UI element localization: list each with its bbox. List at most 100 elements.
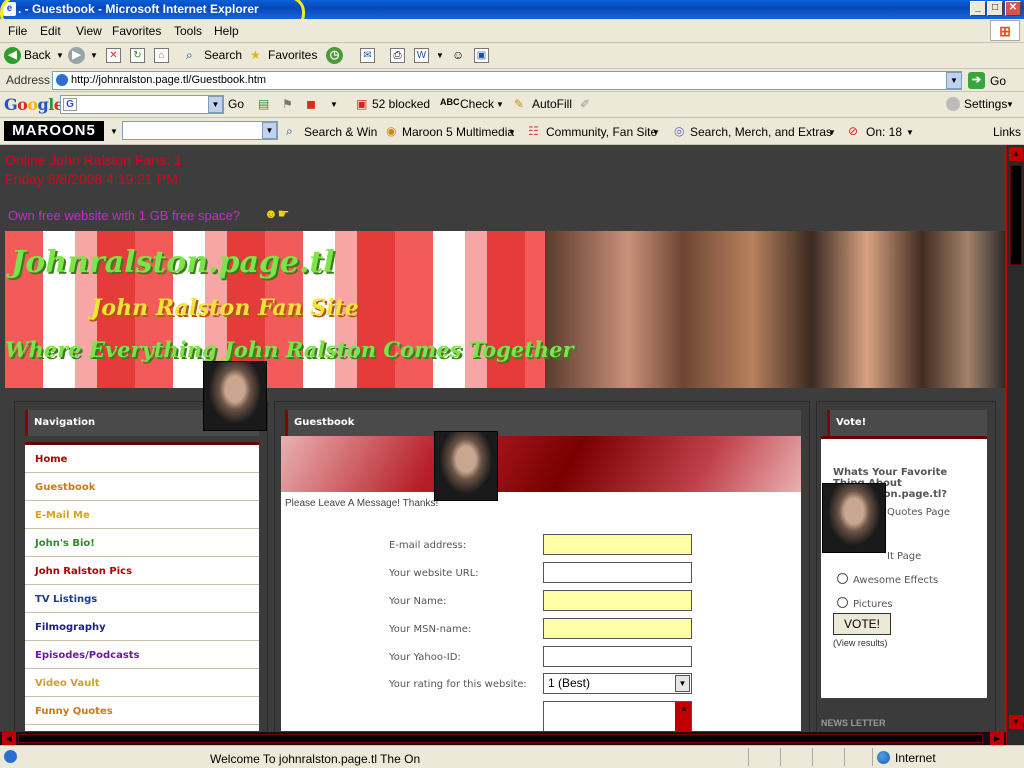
mail-icon[interactable]: ✉ xyxy=(360,48,375,63)
google-search-site-icon[interactable]: ▤ xyxy=(258,97,269,111)
vote-option-page[interactable]: It Page xyxy=(887,551,921,562)
nav-home[interactable]: Home xyxy=(25,445,259,473)
back-button[interactable]: Back xyxy=(24,48,51,62)
nav-guestbook[interactable]: Guestbook xyxy=(25,473,259,501)
links-button[interactable]: Links xyxy=(993,125,1021,139)
minimize-button[interactable]: _ xyxy=(970,1,986,16)
maroon5-logo-dropdown-icon[interactable]: ▼ xyxy=(110,127,118,136)
nav-funny-quotes[interactable]: Funny Quotes xyxy=(25,697,259,725)
nav-filmography[interactable]: Filmography xyxy=(25,613,259,641)
check-dropdown-icon[interactable]: ▼ xyxy=(496,100,504,109)
stop-icon[interactable]: ✕ xyxy=(106,48,121,63)
vertical-scrollbar[interactable]: ▲ ▼ xyxy=(1006,145,1024,745)
vote-option-pictures[interactable]: Pictures xyxy=(853,599,893,610)
google-logo[interactable]: Google xyxy=(4,95,64,114)
scroll-right-icon[interactable]: ▶ xyxy=(990,732,1004,745)
history-icon[interactable]: ◷ xyxy=(326,47,343,64)
horizontal-scrollbar[interactable]: ◀ ▶ xyxy=(0,731,1006,745)
pagerank-dropdown-icon[interactable]: ▼ xyxy=(330,100,338,109)
menu-help[interactable]: Help xyxy=(214,24,239,38)
multimedia-dropdown-icon[interactable]: ▼ xyxy=(508,128,516,137)
settings-icon[interactable] xyxy=(946,97,960,111)
maroon5-logo[interactable]: MAROON5 xyxy=(4,121,104,141)
nav-email-me[interactable]: E-Mail Me xyxy=(25,501,259,529)
autofill-button[interactable]: AutoFill xyxy=(532,97,572,111)
address-dropdown-icon[interactable]: ▼ xyxy=(946,72,962,89)
edit-dropdown-icon[interactable]: ▼ xyxy=(436,51,444,60)
promo-link[interactable]: Own free website with 1 GB free space? xyxy=(8,208,240,223)
close-button[interactable]: ✕ xyxy=(1005,1,1021,16)
refresh-icon[interactable]: ↻ xyxy=(130,48,145,63)
search-win-button[interactable]: Search & Win xyxy=(304,125,377,139)
vote-option-quotes[interactable]: Quotes Page xyxy=(887,507,950,518)
multimedia-button[interactable]: Maroon 5 Multimedia xyxy=(402,125,514,139)
textarea-scroll-up-icon[interactable]: ▲ xyxy=(680,704,688,713)
vote-radio-pictures[interactable] xyxy=(837,597,848,608)
maroon5-search-input[interactable] xyxy=(122,121,278,140)
favorites-star-icon[interactable]: ★ xyxy=(250,48,261,62)
msn-field[interactable] xyxy=(543,618,692,639)
menu-view[interactable]: View xyxy=(76,24,102,38)
rating-dropdown-icon[interactable]: ▼ xyxy=(675,675,690,692)
google-g-icon[interactable]: G xyxy=(63,98,77,111)
community-dropdown-icon[interactable]: ▼ xyxy=(652,128,660,137)
popup-dropdown-icon[interactable]: ▼ xyxy=(906,128,914,137)
settings-button[interactable]: Settings xyxy=(964,97,1007,111)
scroll-up-icon[interactable]: ▲ xyxy=(1009,147,1023,161)
vote-button[interactable]: VOTE! xyxy=(833,613,891,635)
maroon5-search-dropdown-icon[interactable]: ▼ xyxy=(262,122,277,139)
menu-favorites[interactable]: Favorites xyxy=(112,24,161,38)
nav-tv-listings[interactable]: TV Listings xyxy=(25,585,259,613)
merch-button[interactable]: Search, Merch, and Extras xyxy=(690,125,832,139)
edit-word-icon[interactable]: W xyxy=(414,48,429,63)
horizontal-scroll-thumb[interactable] xyxy=(18,734,983,743)
nav-video-vault[interactable]: Video Vault xyxy=(25,669,259,697)
messenger-icon[interactable]: ☺ xyxy=(452,48,464,62)
maximize-button[interactable]: □ xyxy=(987,1,1003,16)
vote-radio-effects[interactable] xyxy=(837,573,848,584)
nav-johns-bio[interactable]: John's Bio! xyxy=(25,529,259,557)
go-button[interactable]: ➔ Go xyxy=(968,72,1018,90)
message-textarea[interactable]: ▲ xyxy=(543,701,692,731)
search-icon[interactable]: ⌕ xyxy=(186,48,193,63)
forward-arrow-icon[interactable]: ▶ xyxy=(68,47,85,64)
ie-icon[interactable]: e xyxy=(3,2,16,16)
scroll-left-icon[interactable]: ◀ xyxy=(2,732,16,745)
view-results-link[interactable]: (View results) xyxy=(833,638,887,648)
community-button[interactable]: Community, Fan Site xyxy=(546,125,657,139)
check-button[interactable]: Check xyxy=(460,97,494,111)
address-input[interactable]: http://johnralston.page.tl/Guestbook.htm xyxy=(52,71,962,90)
email-field[interactable] xyxy=(543,534,692,555)
home-icon[interactable]: ⌂ xyxy=(154,48,169,63)
highlighter-icon[interactable]: ✐ xyxy=(580,97,590,111)
nav-john-ralston-pics[interactable]: John Ralston Pics xyxy=(25,557,259,585)
popup-blocker-icon: ▣ xyxy=(356,97,368,111)
forward-dropdown-icon[interactable]: ▼ xyxy=(90,51,98,60)
scroll-thumb[interactable] xyxy=(1010,165,1022,265)
menu-file[interactable]: File xyxy=(8,24,27,38)
rating-select[interactable]: 1 (Best) ▼ xyxy=(543,673,692,694)
google-dropdown-icon[interactable]: ▼ xyxy=(208,96,223,113)
google-go-button[interactable]: Go xyxy=(228,97,244,111)
menu-tools[interactable]: Tools xyxy=(174,24,202,38)
google-pagerank-icon[interactable]: ◼ xyxy=(306,97,316,111)
merch-dropdown-icon[interactable]: ▼ xyxy=(828,128,836,137)
nav-episodes-podcasts[interactable]: Episodes/Podcasts xyxy=(25,641,259,669)
google-news-icon[interactable]: ⚑ xyxy=(282,97,293,111)
back-arrow-icon[interactable]: ◀ xyxy=(4,47,21,64)
google-search-input[interactable] xyxy=(60,95,224,114)
yahoo-field[interactable] xyxy=(543,646,692,667)
research-icon[interactable]: ▣ xyxy=(474,48,489,63)
back-dropdown-icon[interactable]: ▼ xyxy=(56,51,64,60)
print-icon[interactable]: ⎙ xyxy=(390,48,405,63)
settings-dropdown-icon[interactable]: ▼ xyxy=(1006,100,1014,109)
popup-count-button[interactable]: On: 18 xyxy=(866,125,902,139)
scroll-down-icon[interactable]: ▼ xyxy=(1009,715,1023,729)
favorites-button[interactable]: Favorites xyxy=(268,48,317,62)
website-field[interactable] xyxy=(543,562,692,583)
popups-blocked[interactable]: 52 blocked xyxy=(372,97,430,111)
menu-edit[interactable]: Edit xyxy=(40,24,61,38)
search-button[interactable]: Search xyxy=(204,48,242,62)
name-field[interactable] xyxy=(543,590,692,611)
vote-option-effects[interactable]: Awesome Effects xyxy=(853,575,938,586)
